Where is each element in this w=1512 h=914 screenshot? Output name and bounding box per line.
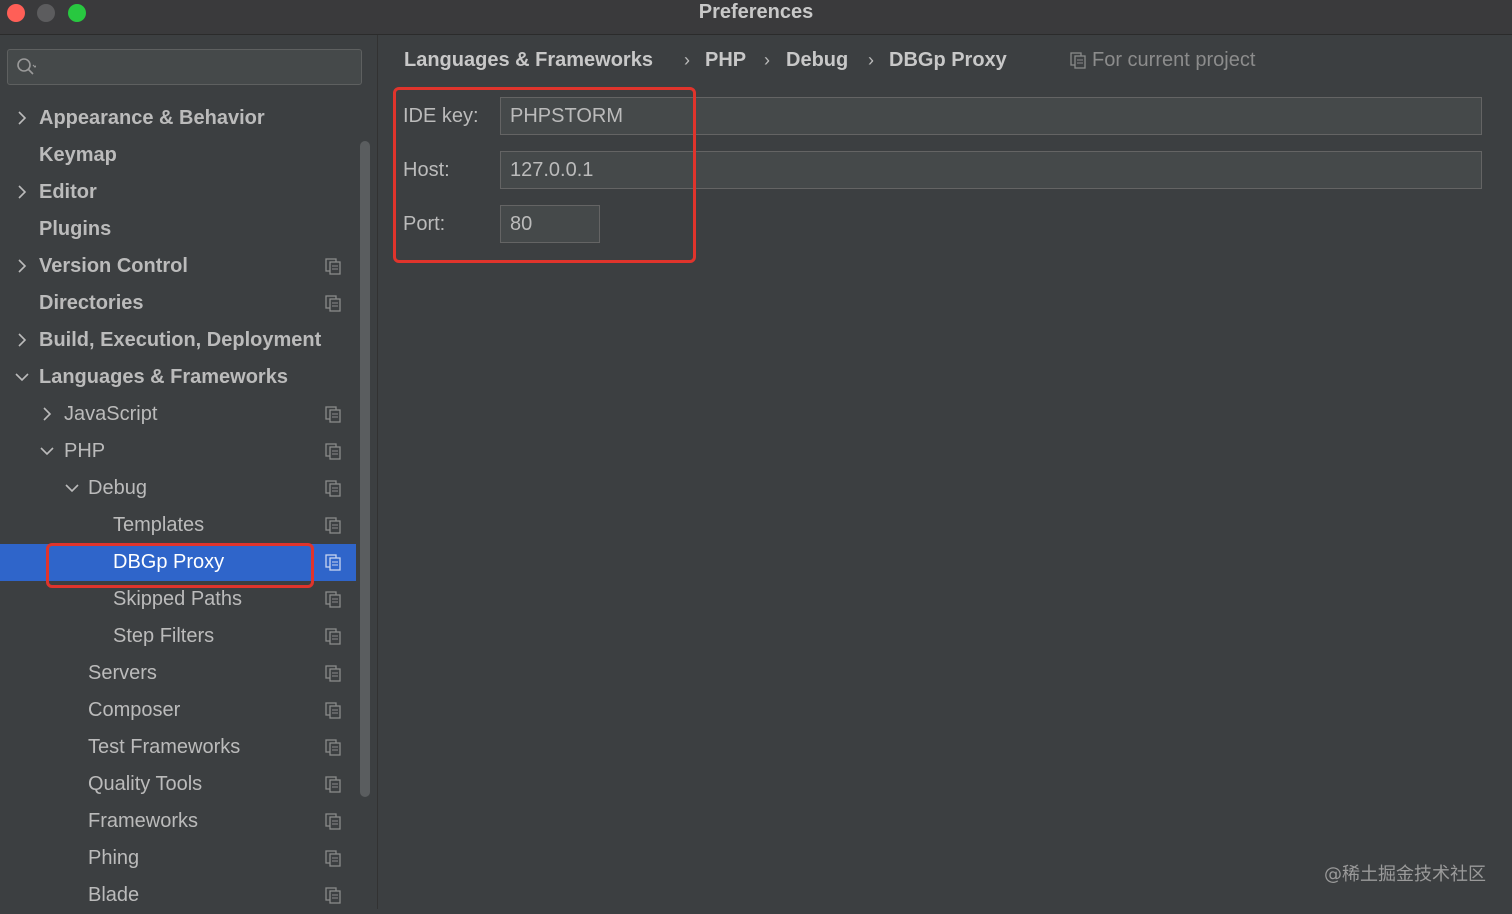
sidebar-item-label: Version Control <box>39 255 188 277</box>
breadcrumb-separator: › <box>684 50 690 70</box>
project-scope-icon <box>325 702 341 719</box>
breadcrumb-separator: › <box>868 50 874 70</box>
sidebar-item-phing[interactable]: Phing <box>0 840 356 877</box>
sidebar-item-test-frameworks[interactable]: Test Frameworks <box>0 729 356 766</box>
project-scope-icon <box>325 665 341 682</box>
sidebar-item-build-execution-deployment[interactable]: Build, Execution, Deployment <box>0 322 356 359</box>
sidebar-item-step-filters[interactable]: Step Filters <box>0 618 356 655</box>
sidebar-item-label: Build, Execution, Deployment <box>39 329 322 351</box>
chevron-down-icon[interactable] <box>63 479 81 497</box>
project-scope-icon <box>325 887 341 904</box>
breadcrumb-item[interactable]: Debug <box>786 47 848 73</box>
sidebar-item-frameworks[interactable]: Frameworks <box>0 803 356 840</box>
sidebar-item-label: Frameworks <box>88 810 199 832</box>
chevron-right-icon[interactable] <box>13 109 31 127</box>
sidebar-item-label: Blade <box>88 884 140 906</box>
search-input[interactable] <box>7 49 362 85</box>
title-bar: Preferences <box>0 0 1512 35</box>
sidebar-item-label: Phing <box>88 847 140 869</box>
sidebar-item-label: Appearance & Behavior <box>39 107 265 129</box>
sidebar-item-skipped-paths[interactable]: Skipped Paths <box>0 581 356 618</box>
sidebar-item-keymap[interactable]: Keymap <box>0 137 356 174</box>
sidebar-item-javascript[interactable]: JavaScript <box>0 396 356 433</box>
project-scope-icon <box>325 554 341 571</box>
chevron-right-icon[interactable] <box>13 331 31 349</box>
sidebar-item-label: Debug <box>88 477 147 499</box>
settings-panel: Languages & Frameworks › PHP › Debug › D… <box>378 35 1512 909</box>
project-scope-icon <box>325 591 341 608</box>
project-scope-icon <box>325 295 341 312</box>
project-scope-icon <box>325 628 341 645</box>
search-icon <box>17 58 36 75</box>
breadcrumb-item[interactable]: Languages & Frameworks <box>404 47 653 73</box>
sidebar-item-label: Directories <box>39 292 144 314</box>
watermark: @稀土掘金技术社区 <box>1324 864 1486 885</box>
chevron-down-icon[interactable] <box>38 442 56 460</box>
scope-label: For current project <box>1092 49 1256 71</box>
project-scope-icon <box>325 517 341 534</box>
project-scope-icon <box>325 480 341 497</box>
project-scope-icon <box>325 258 341 275</box>
project-scope-icon <box>325 443 341 460</box>
project-scope-icon <box>1070 52 1086 69</box>
sidebar-item-label: Quality Tools <box>88 773 203 795</box>
sidebar-item-editor[interactable]: Editor <box>0 174 356 211</box>
sidebar-item-blade[interactable]: Blade <box>0 877 356 914</box>
breadcrumb-item[interactable]: PHP <box>705 47 746 73</box>
sidebar-item-label: Languages & Frameworks <box>39 366 288 388</box>
breadcrumb-item-current: DBGp Proxy <box>889 49 1007 71</box>
sidebar-item-label: Skipped Paths <box>113 588 242 610</box>
project-scope-icon <box>325 813 341 830</box>
window-title: Preferences <box>698 1 814 23</box>
sidebar-item-label: Editor <box>39 181 97 203</box>
sidebar-item-appearance-behavior[interactable]: Appearance & Behavior <box>0 100 356 137</box>
project-scope-icon <box>325 406 341 423</box>
chevron-right-icon[interactable] <box>13 257 31 275</box>
sidebar-item-version-control[interactable]: Version Control <box>0 248 356 285</box>
sidebar-item-label: Step Filters <box>113 625 215 647</box>
sidebar-item-label: PHP <box>64 440 106 462</box>
sidebar-item-servers[interactable]: Servers <box>0 655 356 692</box>
sidebar-item-label: Test Frameworks <box>88 736 241 758</box>
sidebar-item-label: Plugins <box>39 218 112 240</box>
settings-sidebar: Appearance & Behavior Keymap Editor Plug… <box>0 35 378 909</box>
chevron-right-icon[interactable] <box>38 405 56 423</box>
chevron-down-icon[interactable] <box>13 368 31 386</box>
sidebar-item-label: Keymap <box>39 144 117 166</box>
form-highlight-box <box>393 87 696 263</box>
sidebar-item-php[interactable]: PHP <box>0 433 356 470</box>
sidebar-scrollbar[interactable] <box>360 141 370 797</box>
chevron-right-icon[interactable] <box>13 183 31 201</box>
sidebar-item-label: Servers <box>88 662 157 684</box>
sidebar-item-label: Composer <box>88 699 181 721</box>
sidebar-item-directories[interactable]: Directories <box>0 285 356 322</box>
sidebar-item-quality-tools[interactable]: Quality Tools <box>0 766 356 803</box>
sidebar-item-plugins[interactable]: Plugins <box>0 211 356 248</box>
project-scope-icon <box>325 776 341 793</box>
project-scope-icon <box>325 739 341 756</box>
sidebar-item-label: Templates <box>113 514 205 536</box>
breadcrumb-separator: › <box>764 50 770 70</box>
sidebar-item-languages-frameworks[interactable]: Languages & Frameworks <box>0 359 356 396</box>
sidebar-item-debug[interactable]: Debug <box>0 470 356 507</box>
sidebar-item-composer[interactable]: Composer <box>0 692 356 729</box>
project-scope-icon <box>325 850 341 867</box>
sidebar-item-templates[interactable]: Templates <box>0 507 356 544</box>
sidebar-item-label: JavaScript <box>64 403 158 425</box>
